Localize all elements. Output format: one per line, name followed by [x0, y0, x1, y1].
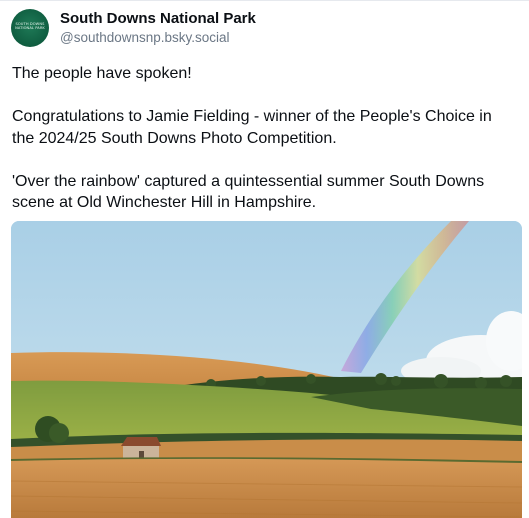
landscape-photo-image — [11, 221, 522, 518]
author-handle[interactable]: @southdownsnp.bsky.social — [60, 30, 230, 45]
post-paragraph: 'Over the rainbow' captured a quintessen… — [12, 172, 485, 212]
avatar-logo-text: SOUTH DOWNS NATIONAL PARK — [15, 22, 45, 31]
author-display-name[interactable]: South Downs National Park — [60, 10, 256, 27]
post-card[interactable]: SOUTH DOWNS NATIONAL PARK South Downs Na… — [0, 0, 529, 518]
post-paragraph: The people have spoken! — [12, 65, 192, 82]
post-photo[interactable] — [11, 221, 522, 518]
avatar[interactable]: SOUTH DOWNS NATIONAL PARK — [11, 9, 49, 47]
post-paragraph: Congratulations to Jamie Fielding - winn… — [12, 108, 492, 147]
post-text: The people have spoken! Congratulations … — [12, 63, 517, 235]
